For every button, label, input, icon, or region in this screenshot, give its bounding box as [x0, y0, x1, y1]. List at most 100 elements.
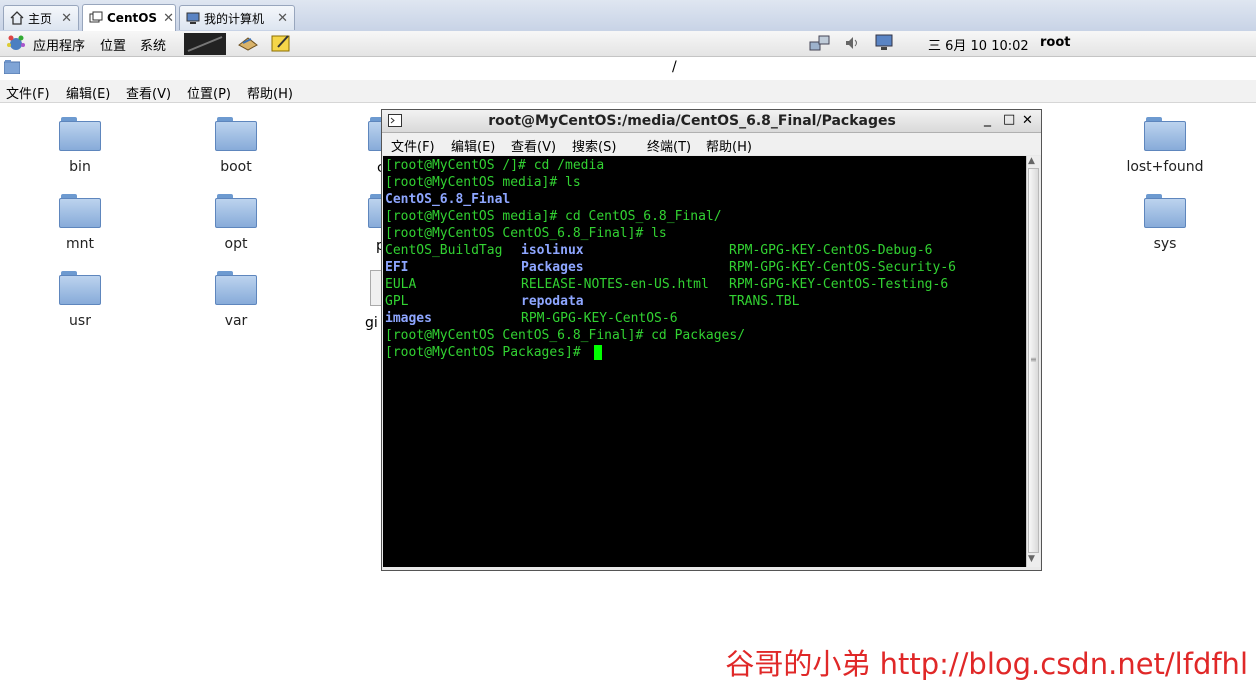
folder-partial[interactable]	[368, 117, 382, 151]
ls-entry: RPM-GPG-KEY-CentOS-Security-6	[729, 260, 956, 275]
menu-file[interactable]: 文件(F)	[6, 83, 50, 102]
tab-home-label: 主页	[28, 11, 53, 26]
user-menu[interactable]: root	[1040, 35, 1071, 50]
ls-entry: RPM-GPG-KEY-CentOS-Testing-6	[729, 277, 949, 292]
folder-icon	[215, 117, 257, 151]
folder-usr[interactable]: usr	[25, 271, 135, 329]
tab-my-computer[interactable]: 我的计算机 ✕	[179, 5, 295, 30]
menu-view[interactable]: 查看(V)	[126, 83, 171, 102]
terminal-line: [root@MyCentOS CentOS_6.8_Final]# ls	[385, 226, 667, 241]
folder-lost-found[interactable]: lost+found	[1110, 117, 1220, 175]
tab-centos-label: CentOS	[107, 11, 158, 25]
terminal-line: [root@MyCentOS media]# cd CentOS_6.8_Fin…	[385, 209, 722, 224]
menu-help[interactable]: 帮助(H)	[247, 83, 293, 102]
maximize-button[interactable]: □	[1003, 112, 1015, 127]
ls-entry-dir: Packages	[521, 260, 584, 275]
terminal-launcher-icon[interactable]	[184, 33, 226, 55]
terminal-scrollbar[interactable]: ▲ ≡ ▼	[1026, 156, 1040, 567]
ls-entry-dir: images	[385, 311, 432, 326]
folder-opt[interactable]: opt	[181, 194, 291, 252]
grip-icon: ≡	[1030, 355, 1037, 364]
folder-icon	[215, 271, 257, 305]
folder-sys[interactable]: sys	[1110, 194, 1220, 252]
terminal-window[interactable]: root@MyCentOS:/media/CentOS_6.8_Final/Pa…	[381, 109, 1042, 571]
gnome-foot-icon	[6, 34, 26, 52]
term-menu-terminal[interactable]: 终端(T)	[647, 136, 691, 155]
tab-home[interactable]: 主页 ✕	[3, 5, 79, 30]
terminal-screen[interactable]: [root@MyCentOS /]# cd /media [root@MyCen…	[383, 156, 1026, 567]
ls-entry: RPM-GPG-KEY-CentOS-6	[521, 311, 678, 326]
term-menu-edit[interactable]: 编辑(E)	[451, 136, 495, 155]
folder-bin[interactable]: bin	[25, 117, 135, 175]
close-icon[interactable]: ✕	[157, 11, 174, 26]
terminal-output-dir: CentOS_6.8_Final	[385, 192, 511, 207]
close-button[interactable]: ✕	[1022, 113, 1033, 128]
computer-icon	[186, 11, 200, 25]
terminal-line: [root@MyCentOS CentOS_6.8_Final]# cd Pac…	[385, 328, 746, 343]
clock[interactable]: 三 6月 10 10:02	[928, 35, 1029, 54]
folder-icon	[1144, 117, 1186, 151]
notes-launcher-icon[interactable]	[270, 33, 292, 53]
folder-mnt[interactable]: mnt	[25, 194, 135, 252]
terminal-line: [root@MyCentOS media]# ls	[385, 175, 581, 190]
folder-label: usr	[69, 313, 91, 329]
menu-applications[interactable]: 应用程序	[33, 35, 85, 54]
ls-entry: CentOS_BuildTag	[385, 243, 503, 258]
folder-icon	[368, 117, 382, 151]
folder-icon	[59, 194, 101, 228]
folder-label: sys	[1153, 236, 1177, 252]
watermark: 谷哥的小弟 http://blog.csdn.net/lfdfhl	[725, 647, 1248, 681]
menu-system[interactable]: 系统	[140, 35, 166, 54]
scrollbar-thumb[interactable]: ≡	[1028, 168, 1039, 553]
folder-label: mnt	[66, 236, 94, 252]
term-menu-file[interactable]: 文件(F)	[391, 136, 435, 155]
terminal-prompt-line: [root@MyCentOS Packages]#	[385, 345, 589, 360]
term-menu-help[interactable]: 帮助(H)	[706, 136, 752, 155]
folder-partial[interactable]	[368, 194, 382, 228]
ls-entry-dir: repodata	[521, 294, 584, 309]
folder-icon	[3, 60, 21, 75]
term-menu-view[interactable]: 查看(V)	[511, 136, 556, 155]
ls-entry: RPM-GPG-KEY-CentOS-Debug-6	[729, 243, 933, 258]
ls-entry-dir: isolinux	[521, 243, 584, 258]
folder-icon	[59, 117, 101, 151]
close-icon[interactable]: ✕	[271, 11, 288, 26]
ls-entry: RELEASE-NOTES-en-US.html	[521, 277, 709, 292]
vm-tab-strip: 主页 ✕ CentOS ✕ 我的计算机 ✕	[0, 0, 1256, 32]
terminal-line: [root@MyCentOS /]# cd /media	[385, 158, 605, 173]
folder-icon	[215, 194, 257, 228]
scroll-up-arrow-icon[interactable]: ▲	[1028, 156, 1035, 166]
folder-icon	[59, 271, 101, 305]
folder-boot[interactable]: boot	[181, 117, 291, 175]
menu-edit[interactable]: 编辑(E)	[66, 83, 110, 102]
mail-launcher-icon[interactable]	[237, 33, 259, 53]
volume-icon[interactable]	[844, 34, 864, 52]
scroll-down-arrow-icon[interactable]: ▼	[1028, 554, 1035, 564]
close-icon[interactable]: ✕	[55, 11, 72, 26]
network-connection-icon[interactable]	[873, 34, 893, 52]
ls-entry: TRANS.TBL	[729, 294, 800, 309]
folder-label: bin	[69, 159, 91, 175]
minimize-button[interactable]: _	[984, 111, 991, 127]
folder-label: boot	[220, 159, 252, 175]
nautilus-menubar: 文件(F) 编辑(E) 查看(V) 位置(P) 帮助(H)	[0, 80, 1256, 103]
network-icon[interactable]	[809, 34, 830, 52]
home-icon	[10, 11, 24, 25]
terminal-menubar: 文件(F) 编辑(E) 查看(V) 搜索(S) 终端(T) 帮助(H)	[382, 133, 1041, 155]
folder-var[interactable]: var	[181, 271, 291, 329]
term-menu-search[interactable]: 搜索(S)	[572, 136, 616, 155]
folder-label: opt	[224, 236, 248, 252]
menu-places[interactable]: 位置	[100, 35, 126, 54]
location-path[interactable]: /	[672, 59, 677, 75]
file-partial-label: gi	[365, 315, 378, 331]
folder-label: var	[224, 313, 248, 329]
tab-centos[interactable]: CentOS ✕	[82, 4, 176, 31]
tab-my-computer-label: 我的计算机	[204, 11, 265, 26]
vm-icon	[89, 11, 103, 25]
menu-places[interactable]: 位置(P)	[187, 83, 231, 102]
folder-icon	[1144, 194, 1186, 228]
terminal-titlebar[interactable]: root@MyCentOS:/media/CentOS_6.8_Final/Pa…	[382, 110, 1041, 133]
location-bar: /	[0, 57, 1256, 79]
terminal-title: root@MyCentOS:/media/CentOS_6.8_Final/Pa…	[488, 113, 896, 129]
gnome-top-panel: 应用程序 位置 系统 三 6月 10 10:02 root	[0, 31, 1256, 57]
